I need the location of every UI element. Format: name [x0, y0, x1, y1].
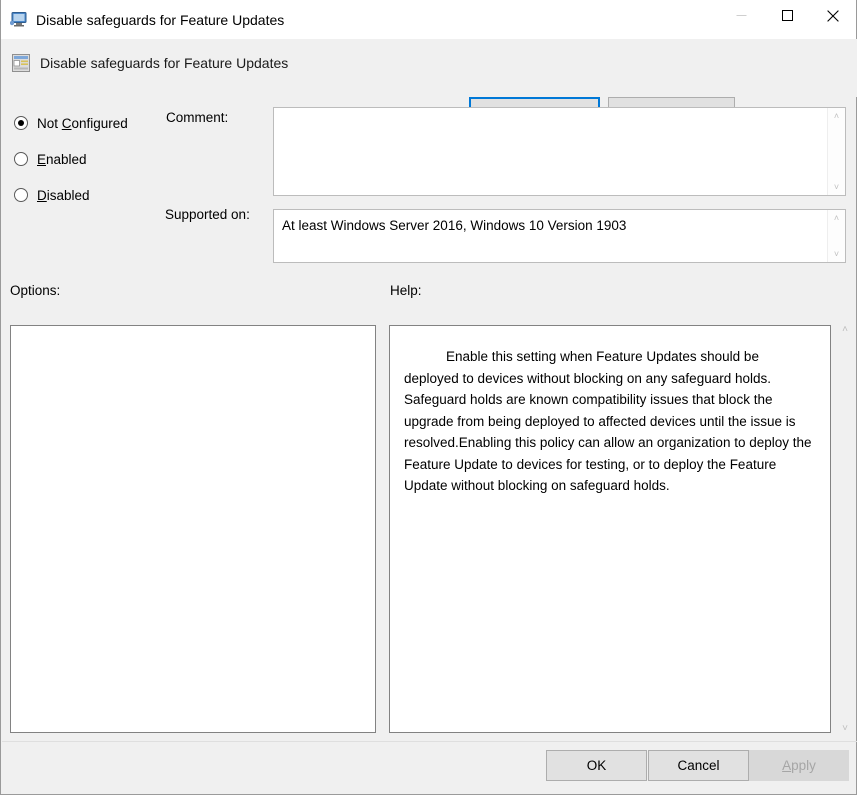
- title-bar: Disable safeguards for Feature Updates: [1, 0, 856, 39]
- setting-title: Disable safeguards for Feature Updates: [40, 55, 289, 71]
- radio-disabled-indicator[interactable]: [14, 188, 28, 202]
- setting-header: Disable safeguards for Feature Updates P…: [2, 39, 857, 127]
- options-label: Options:: [10, 283, 61, 298]
- radio-enabled-label-post: nabled: [46, 151, 87, 167]
- help-text: Enable this setting when Feature Updates…: [404, 349, 816, 493]
- scroll-up-icon[interactable]: ˄: [828, 210, 845, 226]
- scroll-down-icon[interactable]: ˅: [835, 719, 855, 737]
- monitor-icon: [9, 12, 27, 27]
- supported-on-textbox[interactable]: At least Windows Server 2016, Windows 10…: [273, 209, 846, 263]
- cancel-button[interactable]: Cancel: [648, 750, 749, 781]
- apply-button: Apply: [749, 750, 849, 781]
- scroll-down-icon[interactable]: ˅: [828, 246, 845, 262]
- supported-on-value: At least Windows Server 2016, Windows 10…: [282, 218, 627, 233]
- scroll-up-icon[interactable]: ˄: [828, 108, 845, 124]
- apply-accel: A: [782, 758, 792, 773]
- radio-enabled[interactable]: Enabled: [14, 149, 87, 169]
- supported-on-label: Supported on:: [165, 207, 250, 222]
- scroll-down-icon[interactable]: ˅: [828, 179, 845, 195]
- comment-label: Comment:: [166, 110, 229, 125]
- radio-not-configured[interactable]: Not Configured: [14, 113, 128, 133]
- radio-not-configured-accel: C: [61, 115, 72, 131]
- apply-label-post: pply: [791, 758, 816, 773]
- comment-textbox[interactable]: ˄ ˅: [273, 107, 846, 196]
- help-panel[interactable]: Enable this setting when Feature Updates…: [389, 325, 831, 733]
- footer-divider: [2, 741, 857, 742]
- options-content: [11, 326, 375, 342]
- options-panel[interactable]: [10, 325, 376, 733]
- close-button[interactable]: [810, 0, 856, 31]
- maximize-button[interactable]: [764, 0, 810, 31]
- minimize-button[interactable]: [718, 0, 764, 31]
- content-scrollbar[interactable]: ˄ ˅: [835, 320, 855, 737]
- window-controls: [718, 0, 856, 31]
- radio-enabled-accel: E: [37, 151, 47, 167]
- group-policy-setting-dialog: Disable safeguards for Feature Updates D…: [0, 0, 857, 795]
- scroll-up-icon[interactable]: ˄: [835, 320, 855, 338]
- help-label: Help:: [390, 283, 422, 298]
- policy-setting-icon: [11, 53, 31, 73]
- window-title: Disable safeguards for Feature Updates: [36, 11, 285, 28]
- radio-disabled[interactable]: Disabled: [14, 185, 90, 205]
- radio-disabled-label-post: isabled: [46, 187, 90, 203]
- comment-scrollbar[interactable]: ˄ ˅: [827, 108, 845, 195]
- radio-not-configured-indicator[interactable]: [14, 116, 28, 130]
- ok-button[interactable]: OK: [546, 750, 647, 781]
- supported-on-scrollbar[interactable]: ˄ ˅: [827, 210, 845, 262]
- radio-disabled-accel: D: [37, 187, 47, 203]
- radio-enabled-indicator[interactable]: [14, 152, 28, 166]
- radio-not-configured-label-pre: Not: [37, 115, 62, 131]
- radio-not-configured-label-post: onfigured: [71, 115, 128, 131]
